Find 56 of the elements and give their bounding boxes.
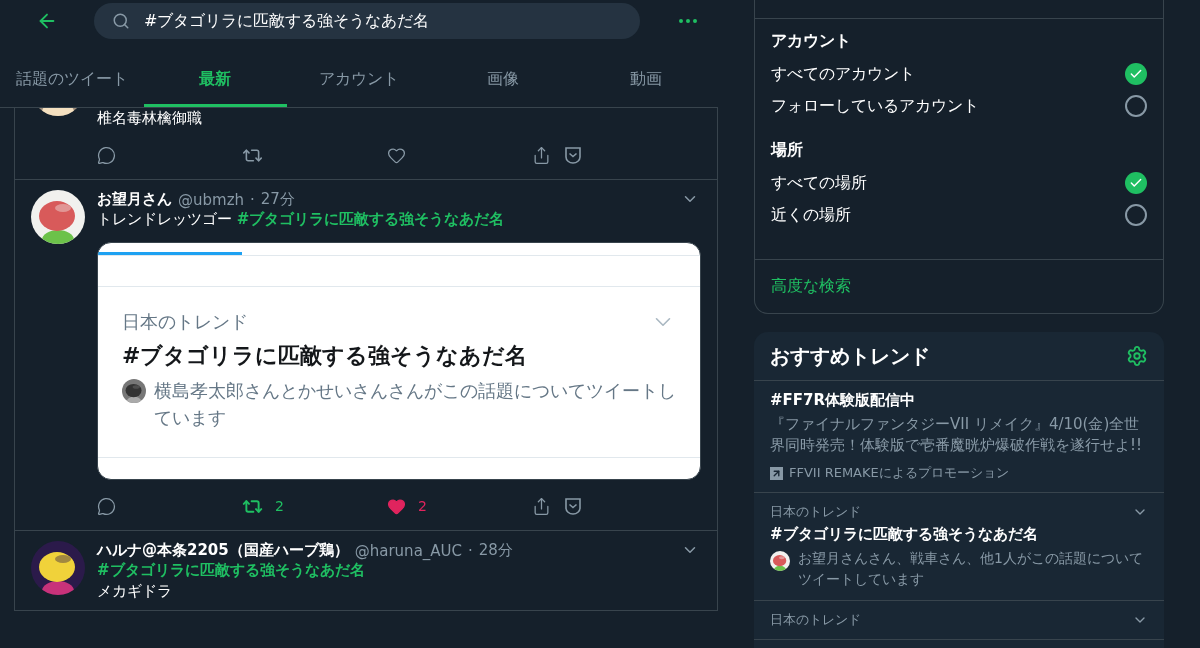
like-icon[interactable]	[387, 145, 406, 165]
trends-title: おすすめトレンド	[770, 342, 930, 370]
share-icon[interactable]	[532, 145, 551, 165]
tweet-text: メカギドラ	[97, 582, 172, 600]
tweet-text: 椎名毒林檎御職	[97, 109, 202, 127]
user-handle: @ubmzh	[178, 190, 245, 209]
filter-heading: アカウント	[771, 30, 852, 52]
user-name[interactable]: ハルナ@本条2205（国産ハーブ鶏）	[97, 541, 349, 560]
check-icon	[1129, 67, 1143, 81]
filter-option[interactable]: すべてのアカウント	[771, 63, 915, 85]
filter-heading: 場所	[771, 139, 804, 161]
radio-button[interactable]	[1125, 172, 1147, 194]
tab[interactable]: 動画	[574, 54, 718, 107]
tab[interactable]: 画像	[430, 54, 575, 107]
radio-button[interactable]	[1125, 95, 1147, 117]
promoted-label: FFVII REMAKEによるプロモーション	[789, 464, 1009, 482]
trend-title: #ブタゴリラに匹敵する強そうなあだ名	[122, 342, 529, 370]
share-icon[interactable]	[532, 496, 551, 516]
tab[interactable]: アカウント	[287, 54, 431, 107]
chevron-tag-icon[interactable]	[563, 496, 583, 516]
separator-dot: ·	[468, 541, 473, 560]
tweet-text: トレンドレッツゴー	[97, 210, 233, 228]
advanced-search-link[interactable]: 高度な検索	[771, 276, 851, 295]
promoted-icon	[770, 466, 783, 480]
settings-icon[interactable]	[1126, 345, 1148, 367]
reply-icon[interactable]	[97, 496, 116, 516]
trend-title[interactable]: #ブタゴリラに匹敵する強そうなあだ名	[770, 525, 1148, 544]
filter-option[interactable]: 近くの場所	[771, 204, 851, 226]
tweet-time: 28分	[478, 541, 513, 560]
search-icon	[112, 12, 130, 30]
trend-context: 日本のトレンド	[122, 310, 248, 334]
check-icon	[1129, 176, 1143, 190]
radio-button[interactable]	[1125, 204, 1147, 226]
tweet-time: 27分	[260, 190, 295, 209]
radio-button[interactable]	[1125, 63, 1147, 85]
hashtag-link[interactable]: #ブタゴリラに匹敵する強そうなあだ名	[97, 561, 365, 579]
action-count: 2	[275, 498, 284, 514]
trend-description: 『ファイナルファンタジーVII リメイク』4/10(金)全世界同時発売！体験版で壱番魔晄炉爆破作戦を遂行せよ!!	[770, 414, 1144, 456]
trend-note: お望月さんさん、戦車さん、他1人がこの話題についてツイートしています	[798, 549, 1144, 589]
trend-title[interactable]: #FF7R体験版配信中	[770, 391, 1148, 410]
like-icon[interactable]	[387, 496, 406, 516]
trend-context: 日本のトレンド	[770, 503, 861, 521]
hashtag-link[interactable]: #ブタゴリラに匹敵する強そうなあだ名	[236, 210, 505, 228]
tab[interactable]: 話題のツイート	[0, 54, 144, 107]
search-field[interactable]: #ブタゴリラに匹敵する強そうなあだ名	[94, 3, 640, 39]
chevron-tag-icon[interactable]	[563, 145, 583, 165]
filter-option[interactable]: すべての場所	[771, 172, 867, 194]
trend-note: 横島孝太郎さんとかせいさんさんがこの話題についてツイートしています	[154, 379, 676, 430]
action-count: 2	[418, 498, 427, 514]
separator-dot: ·	[250, 190, 255, 209]
tab[interactable]: 最新	[143, 54, 288, 107]
trend-context: 日本のトレンド	[770, 611, 861, 629]
reply-icon[interactable]	[97, 145, 116, 165]
user-handle: @haruna_AUC	[354, 541, 463, 560]
filter-option[interactable]: フォローしているアカウント	[771, 95, 979, 117]
user-name[interactable]: お望月さん	[97, 190, 172, 209]
